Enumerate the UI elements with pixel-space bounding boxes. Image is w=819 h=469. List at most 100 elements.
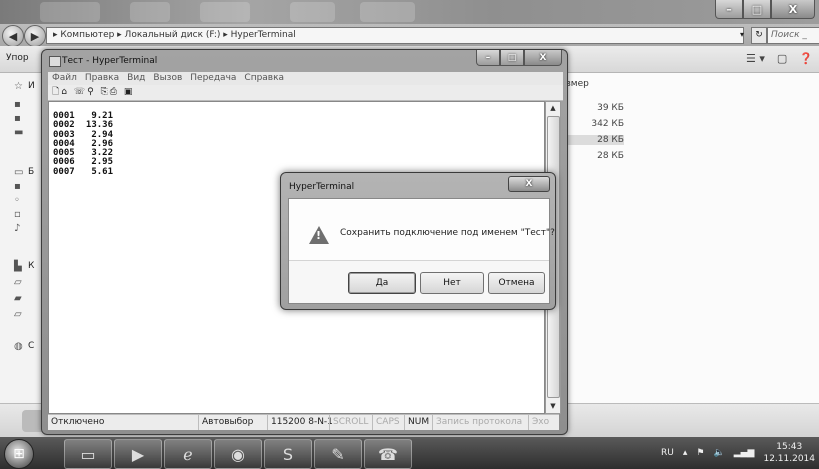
new-connection-icon[interactable]: 🗋 — [52, 87, 61, 97]
videos-icon[interactable]: ▫ — [14, 209, 26, 220]
disconnect-icon[interactable]: ⚲ — [87, 87, 96, 97]
clock-time: 15:43 — [776, 442, 803, 452]
folder-icon[interactable]: ▪ — [14, 113, 26, 124]
file-list: змер 39 КБ 342 КБ 28 КБ 28 КБ — [566, 73, 819, 403]
menu-view[interactable]: Вид — [127, 72, 145, 85]
refresh-icon[interactable]: ↻ — [751, 27, 767, 44]
back-arrow-icon[interactable]: ◀ — [2, 25, 24, 47]
clock-date: 12.11.2014 — [763, 454, 815, 464]
terminal-line: 0007 5.61 — [53, 166, 113, 177]
signal-icon[interactable]: ▂▄▆ — [734, 448, 755, 458]
file-size[interactable]: 28 КБ — [566, 135, 624, 145]
menu-call[interactable]: Вызов — [153, 72, 182, 85]
explorer-window-controls: – □ X — [715, 0, 815, 19]
taskbar-skype-icon[interactable]: S — [264, 439, 312, 469]
taskbar-internet-explorer-icon[interactable]: ℯ — [164, 439, 212, 469]
taskbar-media-player-icon[interactable]: ▶ — [114, 439, 162, 469]
maximize-button[interactable]: □ — [500, 50, 524, 66]
menu-bar: Файл Правка Вид Вызов Передача Справка — [48, 72, 563, 85]
aero-glass-reflection — [290, 2, 335, 22]
clock[interactable]: 15:43 12.11.2014 — [763, 441, 815, 465]
pictures-icon[interactable]: ◦ — [14, 195, 26, 206]
maximize-button[interactable]: □ — [743, 0, 771, 19]
language-indicator[interactable]: RU — [661, 448, 674, 458]
drive-icon[interactable]: ▱ — [14, 309, 26, 320]
nav-pane-label: Б — [28, 167, 35, 177]
aero-glass-reflection — [200, 2, 250, 22]
dialog-body: ! Сохранить подключение под именем "Тест… — [288, 198, 555, 304]
status-num: NUM — [404, 415, 432, 430]
send-icon[interactable]: ⎘ — [101, 87, 110, 97]
taskbar-hyperterminal-icon[interactable]: ☎ — [364, 439, 412, 469]
file-size[interactable]: 39 КБ — [566, 103, 624, 113]
status-autodetect: Автовыбор — [198, 415, 267, 430]
cancel-button[interactable]: Отмена — [488, 272, 545, 294]
computer-icon[interactable]: ▙ — [14, 261, 26, 272]
yes-button[interactable]: Да — [348, 272, 416, 294]
no-button[interactable]: Нет — [420, 272, 484, 294]
status-port-settings: 115200 8-N-1 — [267, 415, 333, 430]
folder-icon[interactable]: ▬ — [14, 127, 26, 138]
search-input[interactable]: Поиск _ — [767, 27, 819, 44]
terminal-data: 0001 9.21 0002 13.36 0003 2.94 0004 2.96 0005 3.2… — [53, 111, 113, 177]
connect-icon[interactable]: ☏ — [74, 87, 87, 97]
minimize-button[interactable]: – — [715, 0, 743, 19]
preview-pane-icon[interactable]: ▢ — [777, 52, 787, 65]
organize-menu[interactable]: Упор — [6, 53, 29, 63]
documents-icon[interactable]: ▪ — [14, 181, 26, 192]
menu-transfer[interactable]: Передача — [190, 72, 236, 85]
file-size[interactable]: 28 КБ — [566, 151, 624, 161]
toolbar: 🗋⌂ ☏⚲ ⎘⎙ ▣ — [48, 85, 563, 101]
view-mode-icon[interactable]: ☰ ▾ — [746, 52, 765, 65]
music-icon[interactable]: ♪ — [14, 223, 26, 234]
nav-pane-label: К — [28, 261, 35, 271]
favorites-star-icon[interactable]: ☆ — [14, 81, 26, 92]
receive-icon[interactable]: ⎙ — [110, 87, 119, 97]
line-id: 0007 — [53, 166, 75, 177]
file-size[interactable]: 342 КБ — [566, 119, 624, 129]
network-flag-icon[interactable]: ⚑ — [696, 448, 704, 458]
dialog-title: HyperTerminal — [289, 182, 355, 192]
menu-file[interactable]: Файл — [52, 72, 77, 85]
hyperterminal-app-icon — [49, 56, 61, 67]
close-button[interactable]: X — [524, 50, 562, 66]
taskbar-explorer-icon[interactable]: ▭ — [64, 439, 112, 469]
drive-icon[interactable]: ▰ — [14, 293, 26, 304]
aero-glass-reflection — [130, 2, 170, 22]
scroll-up-arrow-icon[interactable]: ▲ — [546, 102, 560, 115]
folder-icon[interactable]: ▪ — [14, 99, 26, 110]
explorer-navbar: ◀ ▶ ▾ ▸ Компьютер ▸ Локальный диск (F:) … — [0, 24, 819, 47]
explorer-titlebar: – □ X — [0, 0, 819, 24]
drive-icon[interactable]: ▱ — [14, 277, 26, 288]
properties-icon[interactable]: ▣ — [124, 87, 135, 97]
aero-glass-reflection — [40, 2, 100, 22]
nav-pane-label: С — [28, 341, 35, 351]
close-button[interactable]: X — [771, 0, 815, 19]
dialog-close-button[interactable]: X — [508, 176, 550, 192]
network-icon[interactable]: ◍ — [14, 341, 26, 352]
aero-glass-reflection — [360, 2, 415, 22]
nav-pane-label: И — [28, 81, 35, 91]
minimize-button[interactable]: – — [476, 50, 500, 66]
volume-icon[interactable]: 🔈 — [713, 448, 724, 458]
address-dropdown-icon[interactable]: ▾ — [735, 27, 749, 42]
menu-edit[interactable]: Правка — [85, 72, 119, 85]
help-icon[interactable]: ❓ — [799, 52, 813, 65]
libraries-icon[interactable]: ▭ — [14, 167, 26, 178]
show-hidden-icons-icon[interactable]: ▴ — [683, 448, 688, 458]
line-value: 5.61 — [91, 166, 113, 177]
status-echo: Эхо — [528, 415, 560, 430]
taskbar-paint-icon[interactable]: ✎ — [314, 439, 362, 469]
taskbar-browser-icon[interactable]: ◉ — [214, 439, 262, 469]
window-title: Тест - HyperTerminal — [62, 56, 158, 66]
status-caps: CAPS — [372, 415, 404, 430]
system-tray: RU ▴ ⚑ 🔈 ▂▄▆ 15:43 12.11.2014 — [661, 441, 815, 465]
taskbar: ⊞ ▭ ▶ ℯ ◉ S ✎ ☎ RU ▴ ⚑ 🔈 ▂▄▆ 15:43 12.11… — [0, 437, 819, 469]
menu-help[interactable]: Справка — [244, 72, 284, 85]
start-button[interactable]: ⊞ — [4, 439, 34, 469]
forward-arrow-icon[interactable]: ▶ — [24, 25, 46, 47]
size-column-header[interactable]: змер — [566, 79, 589, 89]
address-bar[interactable]: ▸ Компьютер ▸ Локальный диск (F:) ▸ Hype… — [46, 27, 744, 44]
scroll-down-arrow-icon[interactable]: ▼ — [546, 400, 560, 413]
open-icon[interactable]: ⌂ — [61, 87, 69, 97]
